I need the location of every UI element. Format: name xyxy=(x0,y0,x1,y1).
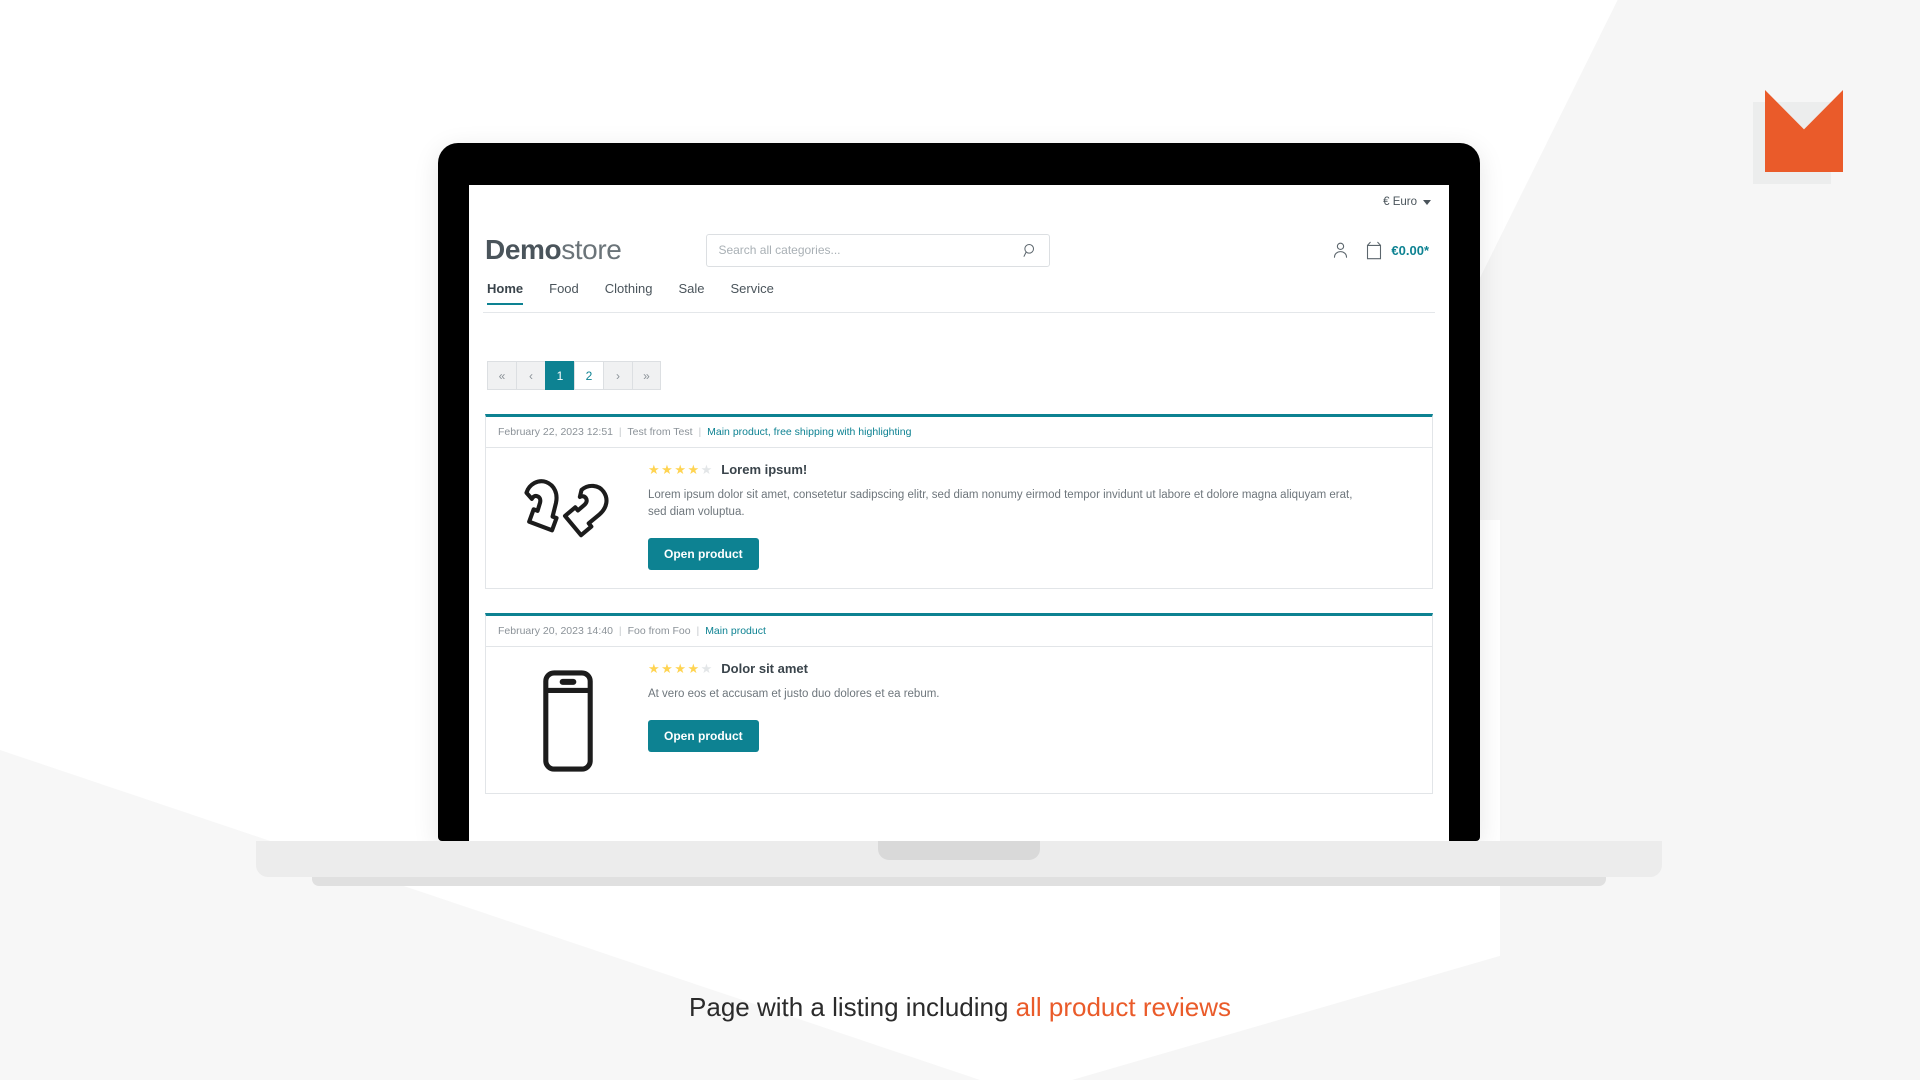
search-icon[interactable] xyxy=(1023,243,1038,258)
star-filled-icon: ★ xyxy=(687,462,700,477)
star-filled-icon: ★ xyxy=(648,462,660,477)
star-filled-icon: ★ xyxy=(674,462,686,477)
cart-button[interactable]: €0.00* xyxy=(1366,241,1429,260)
review-product-link[interactable]: Main product, free shipping with highlig… xyxy=(707,426,911,438)
shop-page: € Euro Demostore Search all categories..… xyxy=(469,185,1449,841)
review-rating-row: ★ ★ ★ ★ ★ Dolor sit amet xyxy=(648,661,1420,676)
review-author: Foo from Foo xyxy=(627,625,691,638)
pagination-first[interactable]: « xyxy=(487,361,516,390)
chevron-down-icon xyxy=(1423,199,1431,205)
star-filled-icon: ★ xyxy=(687,661,700,677)
review-product-image[interactable] xyxy=(498,661,638,775)
laptop-screen: € Euro Demostore Search all categories..… xyxy=(469,185,1449,841)
caption: Page with a listing including all produc… xyxy=(0,992,1920,1023)
review-rating-row: ★ ★ ★ ★ ★ Lorem ipsum! xyxy=(648,462,1420,477)
user-icon[interactable] xyxy=(1332,241,1349,259)
open-product-button[interactable]: Open product xyxy=(648,720,759,753)
main-navigation: Home Food Clothing Sale Service xyxy=(483,281,1435,313)
nav-item-food[interactable]: Food xyxy=(549,281,579,304)
laptop-foot-shadow xyxy=(312,877,1606,886)
meta-separator: | xyxy=(618,426,622,438)
nav-item-service[interactable]: Service xyxy=(731,281,774,304)
review-meta: February 22, 2023 12:51 | Test from Test… xyxy=(486,417,1432,448)
top-bar: € Euro xyxy=(483,185,1435,219)
meta-separator: | xyxy=(618,625,622,638)
background-shape-right xyxy=(1500,380,1920,1080)
shop-logo[interactable]: Demostore xyxy=(485,234,622,266)
star-filled-icon: ★ xyxy=(648,661,660,677)
review-body: ★ ★ ★ ★ ★ Lorem ipsum! Lorem ipsum dolor… xyxy=(486,448,1432,588)
meta-separator: | xyxy=(698,426,702,438)
page-canvas: € Euro Demostore Search all categories..… xyxy=(0,0,1920,1080)
star-empty-icon: ★ xyxy=(700,661,713,677)
smartphone-icon xyxy=(543,670,593,772)
review-date: February 20, 2023 14:40 xyxy=(498,625,613,638)
caption-text: Page with a listing including xyxy=(689,992,1016,1022)
mittens-icon xyxy=(524,479,609,538)
nav-item-sale[interactable]: Sale xyxy=(678,281,704,304)
star-filled-icon: ★ xyxy=(674,661,686,677)
review-body: ★ ★ ★ ★ ★ Dolor sit amet At vero eos et … xyxy=(486,647,1432,793)
search-area xyxy=(706,233,1051,267)
review-title: Lorem ipsum! xyxy=(721,462,808,477)
brand-logo xyxy=(1753,90,1843,184)
review-title: Dolor sit amet xyxy=(721,661,808,677)
pagination-page-2[interactable]: 2 xyxy=(574,361,603,390)
review-text: At vero eos et accusam et justo duo dolo… xyxy=(648,688,940,701)
laptop-base-notch xyxy=(878,841,1040,860)
star-rating: ★ ★ ★ ★ ★ xyxy=(648,463,712,476)
review-text: Lorem ipsum dolor sit amet, consetetur s… xyxy=(648,489,1353,519)
star-rating: ★ ★ ★ ★ ★ xyxy=(648,662,712,675)
pagination-last[interactable]: » xyxy=(632,361,661,390)
review-product-image[interactable] xyxy=(498,462,638,570)
star-filled-icon: ★ xyxy=(661,462,673,477)
search-input[interactable] xyxy=(718,243,1024,257)
laptop-lid: € Euro Demostore Search all categories..… xyxy=(438,143,1480,841)
nav-item-clothing[interactable]: Clothing xyxy=(605,281,653,304)
bag-icon[interactable] xyxy=(1366,241,1382,260)
review-content: ★ ★ ★ ★ ★ Dolor sit amet At vero eos et … xyxy=(638,661,1420,775)
review-meta: February 20, 2023 14:40 | Foo from Foo |… xyxy=(486,616,1432,648)
open-product-button[interactable]: Open product xyxy=(648,538,759,571)
shop-logo-light: store xyxy=(561,234,622,265)
review-card: February 20, 2023 14:40 | Foo from Foo |… xyxy=(485,613,1433,795)
pagination-prev[interactable]: ‹ xyxy=(516,361,545,390)
header-actions: €0.00* xyxy=(1332,241,1431,260)
shop-logo-bold: Demo xyxy=(485,234,562,265)
cart-total: €0.00* xyxy=(1391,242,1429,258)
nav-item-home[interactable]: Home xyxy=(487,281,524,305)
review-author: Test from Test xyxy=(627,426,693,438)
site-header: Demostore Search all categories... €0.00… xyxy=(483,219,1435,281)
search-box[interactable] xyxy=(706,233,1051,267)
pagination: « ‹ 1 2 › » xyxy=(487,361,1433,390)
currency-selector[interactable]: € Euro xyxy=(1383,196,1431,208)
shop-header-area: € Euro Demostore Search all categories..… xyxy=(469,185,1449,313)
laptop-mockup: € Euro Demostore Search all categories..… xyxy=(256,143,1662,886)
review-content: ★ ★ ★ ★ ★ Lorem ipsum! Lorem ipsum dolor… xyxy=(638,462,1420,571)
pagination-next[interactable]: › xyxy=(603,361,632,390)
review-card: February 22, 2023 12:51 | Test from Test… xyxy=(485,414,1433,590)
meta-separator: | xyxy=(696,625,700,638)
currency-label: € Euro xyxy=(1383,196,1417,208)
pagination-page-1[interactable]: 1 xyxy=(545,361,574,390)
star-filled-icon: ★ xyxy=(661,661,673,677)
star-empty-icon: ★ xyxy=(700,462,713,477)
review-product-link[interactable]: Main product xyxy=(705,625,766,637)
review-listing: « ‹ 1 2 › » February 22, 2023 12:51 | Te… xyxy=(469,361,1449,795)
review-date: February 22, 2023 12:51 xyxy=(498,426,613,438)
caption-highlight: all product reviews xyxy=(1015,992,1231,1022)
